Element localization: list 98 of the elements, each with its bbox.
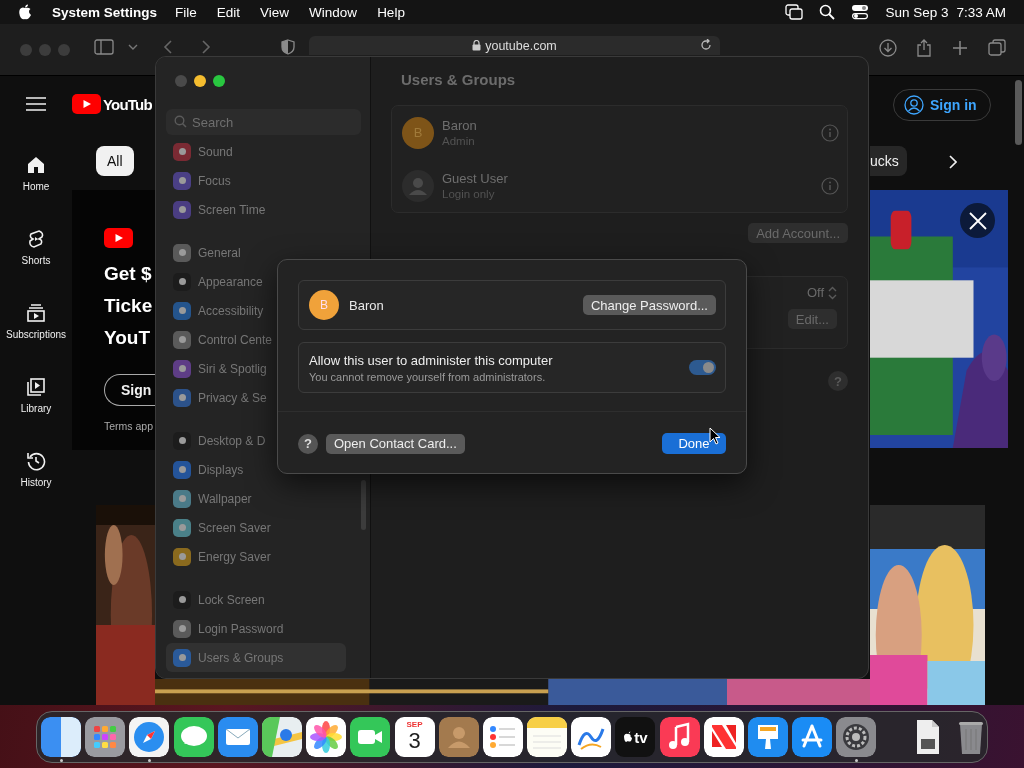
search-icon[interactable] <box>819 4 836 20</box>
user-name: Baron <box>442 118 478 133</box>
nav-label[interactable]: Shorts <box>21 255 51 266</box>
play-logo-icon[interactable] <box>72 94 101 114</box>
shorts-icon[interactable] <box>26 229 46 249</box>
logo-text[interactable]: YouTub <box>103 95 152 113</box>
library-icon[interactable] <box>26 377 46 397</box>
dock-app-icon[interactable] <box>85 717 126 757</box>
address-field[interactable]: youtube.com <box>309 36 720 55</box>
dock-app-icon[interactable] <box>792 717 833 757</box>
search-icon <box>174 115 187 128</box>
terms-text: Terms app <box>104 420 155 432</box>
tv-app-icon[interactable]: tv <box>615 717 656 757</box>
promo-heading-line: Get $ <box>104 262 153 286</box>
sidebar-item[interactable]: Wallpaper <box>166 484 346 513</box>
home-icon[interactable] <box>26 155 46 175</box>
running-indicator <box>854 759 858 762</box>
admin-toggle[interactable] <box>689 360 716 375</box>
dock-app-icon[interactable] <box>748 717 788 757</box>
back-icon[interactable] <box>163 39 173 55</box>
zoom-window-button[interactable] <box>213 75 225 87</box>
control-center-icon[interactable] <box>851 4 870 20</box>
sidebar-item[interactable]: Screen Time <box>166 195 346 224</box>
shield-icon[interactable] <box>281 39 295 55</box>
nav-label[interactable]: Home <box>22 181 50 192</box>
nav-label[interactable]: Library <box>20 403 52 414</box>
user-name: Baron <box>349 297 385 313</box>
nav-label[interactable]: Subscriptions <box>6 329 66 340</box>
dock-app-icon[interactable] <box>482 717 523 757</box>
reload-icon[interactable] <box>700 39 712 51</box>
sidebar-icon[interactable] <box>94 39 114 55</box>
dock-app-icon[interactable] <box>836 717 877 757</box>
sidebar-item[interactable]: Login Password <box>166 614 346 643</box>
nav-label[interactable]: History <box>20 477 52 488</box>
dock-app-icon[interactable] <box>217 717 258 757</box>
share-icon[interactable] <box>916 39 932 57</box>
filter-chip[interactable]: All <box>96 146 134 176</box>
sidebar-item[interactable]: Lock Screen <box>166 585 346 614</box>
scrollbar-thumb[interactable] <box>1015 80 1022 145</box>
scrollbar-thumb[interactable] <box>361 480 366 530</box>
dock-app-icon[interactable] <box>129 717 170 757</box>
apple-icon[interactable] <box>18 4 32 20</box>
minimize-window-button[interactable] <box>194 75 206 87</box>
download-icon[interactable] <box>879 39 897 57</box>
promo-heading-line: Ticke <box>104 294 154 318</box>
menu-item[interactable]: View <box>250 4 300 20</box>
menu-bar-time[interactable]: 7:33 AM <box>956 4 1006 20</box>
dock-app-icon[interactable] <box>306 717 347 757</box>
new-tab-icon[interactable] <box>951 39 969 57</box>
lock-icon <box>472 40 482 51</box>
sidebar-item[interactable]: Screen Saver <box>166 513 346 542</box>
user-avatar: B <box>309 290 339 320</box>
menu-item[interactable]: Window <box>299 4 368 20</box>
dock-app-icon[interactable] <box>571 717 612 757</box>
tabs-icon[interactable] <box>988 39 1006 57</box>
sidebar-item[interactable]: Focus <box>166 166 346 195</box>
screen-mirroring-icon[interactable] <box>785 4 804 20</box>
dock-app-icon[interactable] <box>261 717 302 757</box>
subscriptions-icon[interactable] <box>26 303 46 323</box>
open-contact-card-button[interactable]: Open Contact Card... <box>326 433 465 454</box>
dock-app-icon[interactable] <box>438 717 479 757</box>
menu-bar-date[interactable]: Sun Sep 3 <box>885 4 949 20</box>
history-icon[interactable] <box>26 451 46 471</box>
forward-icon[interactable] <box>201 39 211 55</box>
dock-app-icon[interactable] <box>703 717 744 757</box>
pointer-icon <box>709 427 721 445</box>
sidebar-item[interactable]: Sound <box>166 137 346 166</box>
change-password-button[interactable]: Change Password... <box>582 295 716 315</box>
menu-item[interactable]: Help <box>367 4 415 20</box>
help-button[interactable]: ? <box>298 433 318 454</box>
dock-app-icon[interactable] <box>41 717 81 757</box>
stepper-icon <box>828 285 837 300</box>
running-indicator <box>59 759 63 762</box>
dock-app-icon[interactable] <box>173 717 214 757</box>
dock-app-icon[interactable] <box>527 717 568 757</box>
sidebar-item[interactable]: Energy Saver <box>166 542 346 571</box>
promo-heading-line: YouT <box>104 326 152 350</box>
menu-item[interactable]: File <box>165 4 207 20</box>
filter-chip[interactable]: ucks <box>870 146 907 176</box>
menu-item[interactable]: Edit <box>206 4 251 20</box>
calendar-app-icon[interactable]: SEP 3 <box>394 717 435 757</box>
guest-avatar-icon <box>402 169 434 202</box>
setting-label: Allow this user to administer this computer <box>309 352 554 368</box>
search-field[interactable]: Search <box>166 109 361 135</box>
running-indicator <box>147 759 151 762</box>
play-logo-icon <box>104 228 133 248</box>
close-icon <box>968 211 987 230</box>
dock-app-icon[interactable] <box>350 717 391 757</box>
chevron-down-icon[interactable] <box>128 43 138 51</box>
done-button[interactable]: Done <box>662 433 726 454</box>
setting-note: You cannot remove yourself from administrators. <box>309 370 547 383</box>
user-icon <box>904 95 924 115</box>
dock-app-icon[interactable] <box>659 717 700 757</box>
user-name: Guest User <box>442 171 509 186</box>
chevron-right-icon[interactable] <box>948 155 957 169</box>
pane-title: Users & Groups <box>401 71 517 88</box>
menu-icon[interactable] <box>26 96 46 112</box>
app-menu[interactable]: System Settings <box>52 4 158 20</box>
